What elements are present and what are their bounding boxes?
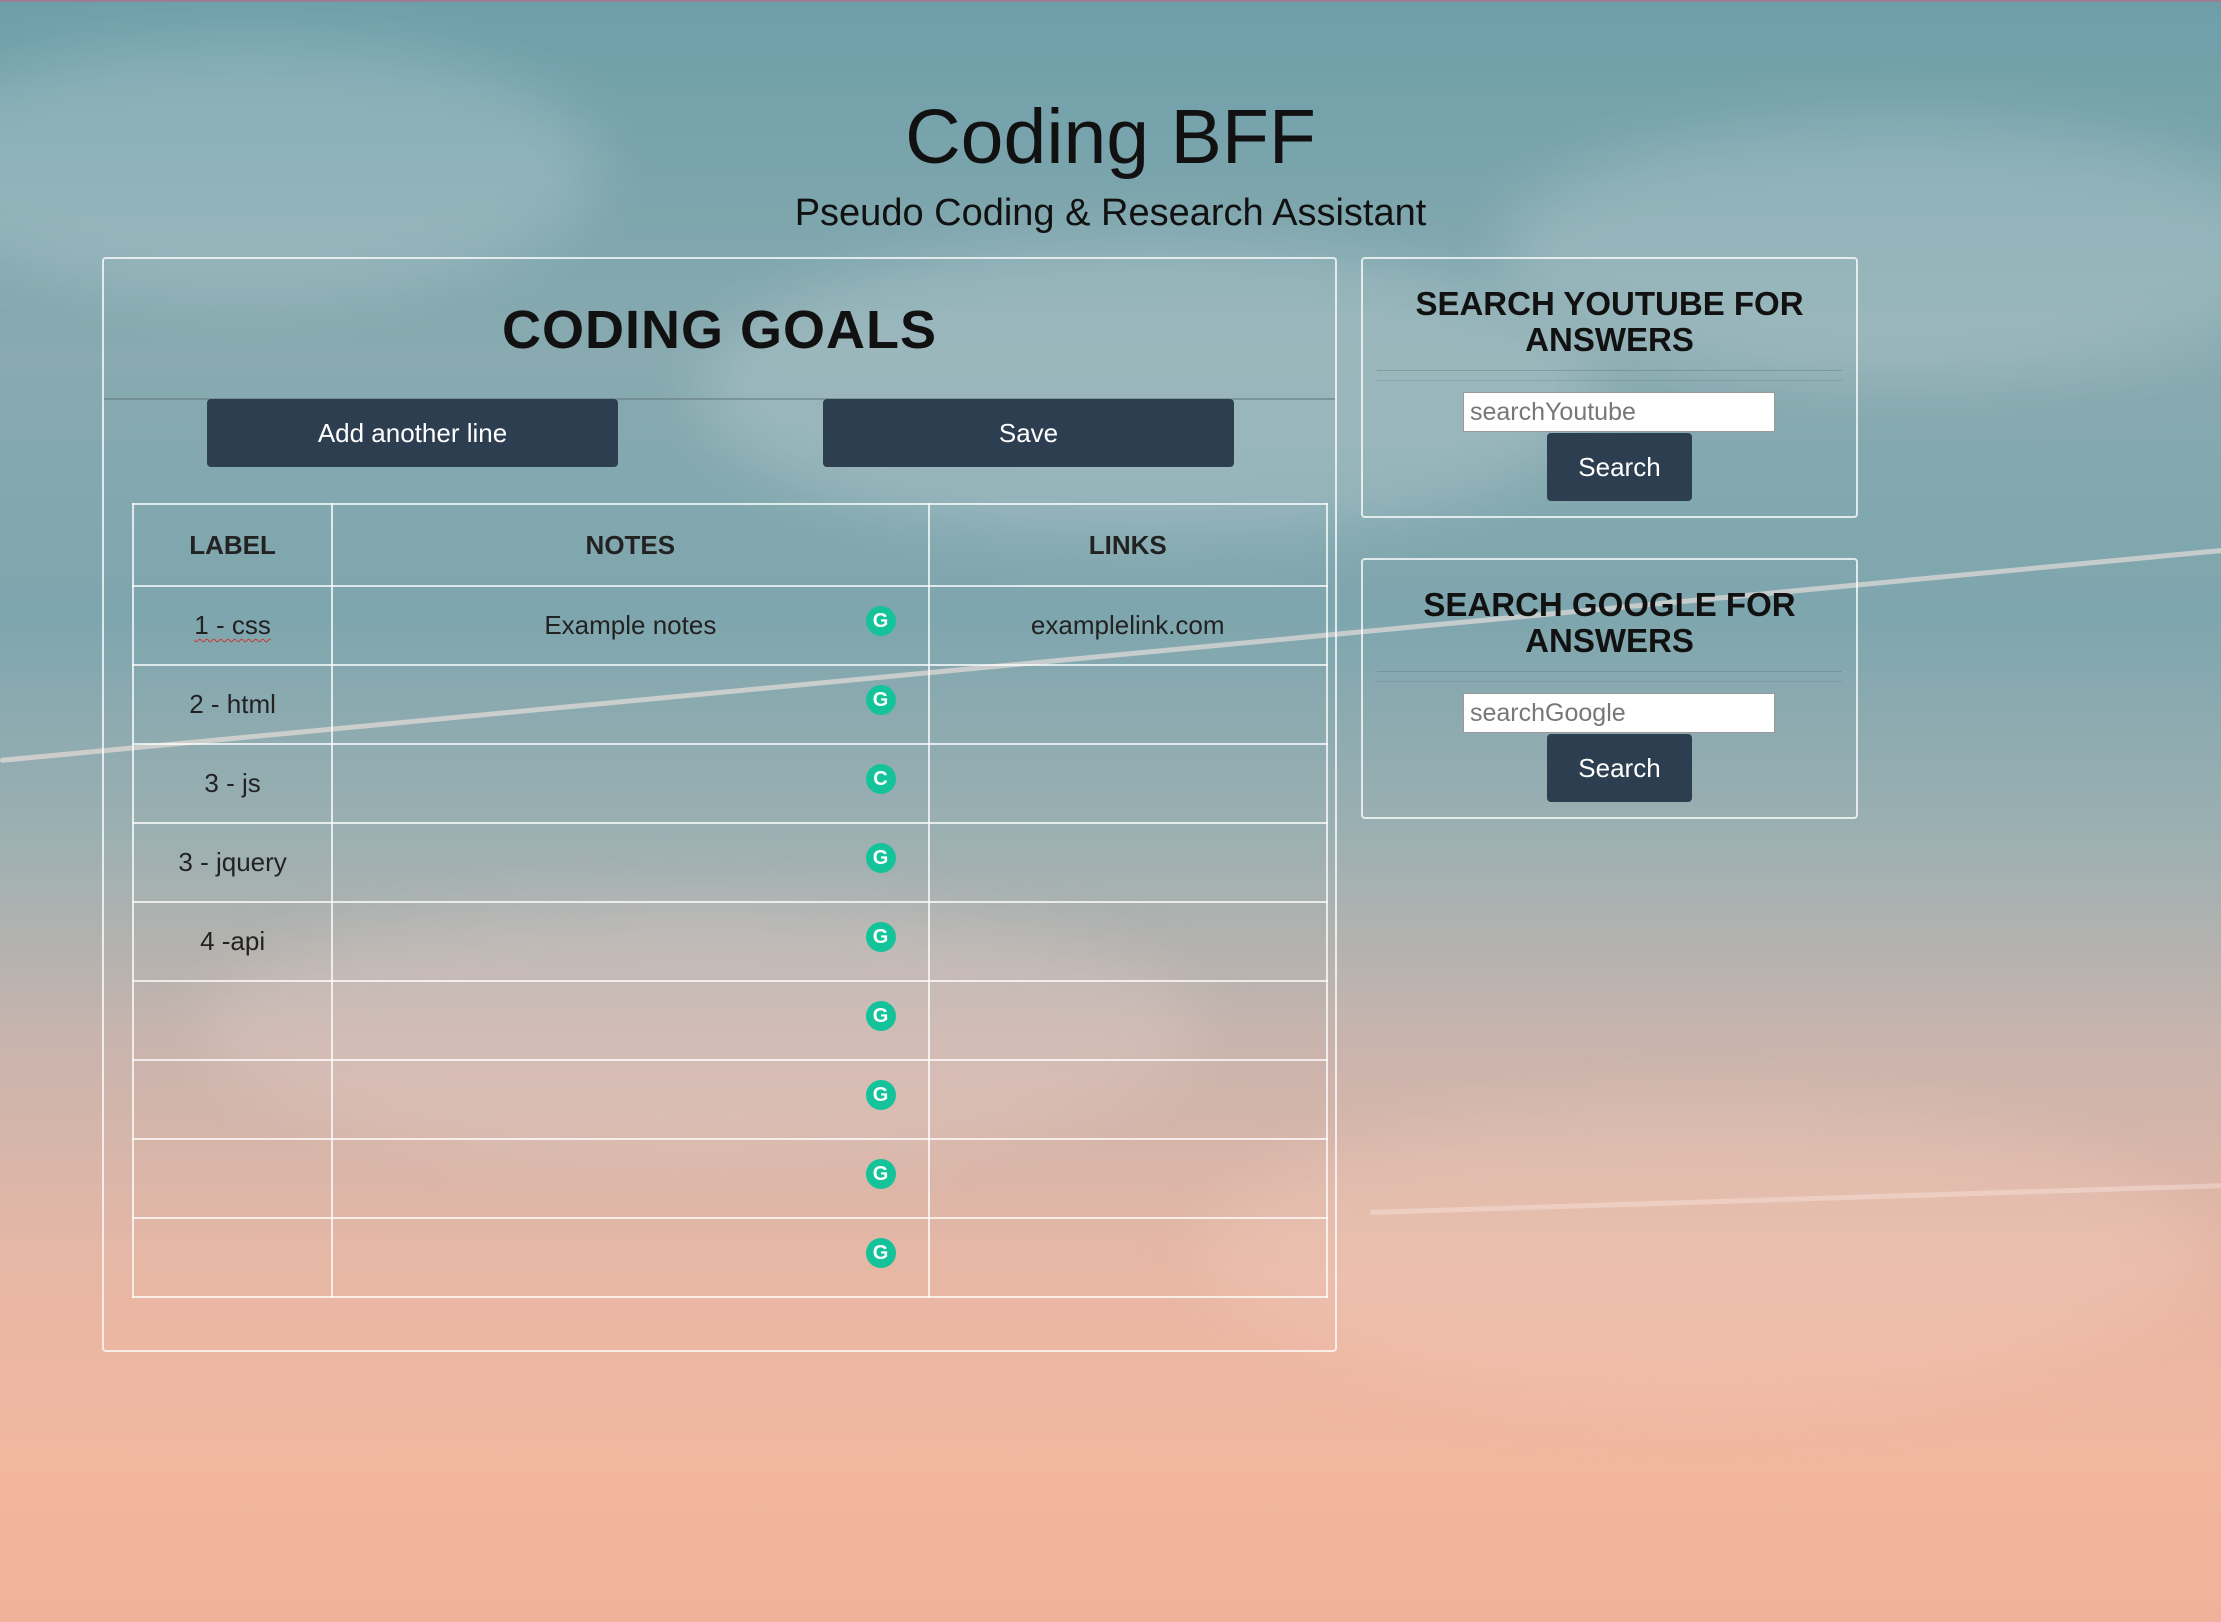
column-header-label: LABEL	[131, 503, 334, 587]
page-title: Coding BFF	[905, 94, 1316, 180]
divider	[1377, 370, 1842, 371]
top-border	[0, 0, 2221, 2]
label-cell[interactable]	[131, 1059, 334, 1140]
notes-cell[interactable]: G	[331, 980, 930, 1061]
notes-cell[interactable]: G	[331, 901, 930, 982]
label-cell[interactable]: 1 - css	[131, 585, 334, 666]
save-button[interactable]: Save	[823, 399, 1234, 467]
grammarly-icon[interactable]: G	[865, 842, 896, 873]
grammarly-icon[interactable]: G	[865, 1158, 896, 1189]
notes-cell[interactable]: G	[331, 1059, 930, 1140]
table-row: G	[131, 1059, 1328, 1140]
table-row: 3 - jquery G	[131, 822, 1328, 903]
table-row: 2 - html G	[131, 664, 1328, 745]
google-search-input[interactable]	[1463, 693, 1775, 733]
add-line-button[interactable]: Add another line	[207, 399, 618, 467]
google-search-button[interactable]: Search	[1547, 734, 1692, 802]
youtube-search-button[interactable]: Search	[1547, 433, 1692, 501]
label-cell[interactable]	[131, 1138, 334, 1219]
notes-cell[interactable]: C	[331, 743, 930, 824]
label-text: 4 -api	[200, 926, 266, 956]
youtube-search-panel: SEARCH YOUTUBE FOR ANSWERS Search	[1361, 257, 1858, 518]
table-row: G	[131, 980, 1328, 1061]
label-cell[interactable]: 3 - jquery	[131, 822, 334, 903]
notes-cell[interactable]: G	[331, 822, 930, 903]
label-cell[interactable]	[131, 980, 334, 1061]
label-cell[interactable]: 3 - js	[131, 743, 334, 824]
grammarly-icon[interactable]: G	[865, 1079, 896, 1110]
goals-table: LABEL NOTES LINKS 1 - css Example notes G…	[131, 503, 1328, 1298]
links-cell[interactable]	[927, 901, 1328, 982]
links-cell[interactable]	[927, 1138, 1328, 1219]
divider	[1377, 380, 1842, 381]
label-text: 1 - css	[194, 610, 271, 640]
links-cell[interactable]	[927, 980, 1328, 1061]
notes-cell[interactable]: G	[331, 1138, 930, 1219]
table-row: 1 - css Example notes G examplelink.com	[131, 585, 1328, 666]
label-text: 3 - jquery	[178, 847, 287, 877]
grammarly-icon[interactable]: G	[865, 1237, 896, 1268]
links-cell[interactable]: examplelink.com	[927, 585, 1328, 666]
google-search-title: SEARCH GOOGLE FOR ANSWERS	[1423, 586, 1796, 659]
grammarly-icon[interactable]: G	[865, 921, 896, 952]
page-subtitle: Pseudo Coding & Research Assistant	[794, 192, 1427, 234]
table-header-row: LABEL NOTES LINKS	[131, 503, 1328, 587]
column-header-notes: NOTES	[331, 503, 930, 587]
table-row: 4 -api G	[131, 901, 1328, 982]
grammarly-icon[interactable]: C	[865, 763, 896, 794]
notes-cell[interactable]: Example notes G	[331, 585, 930, 666]
youtube-search-input[interactable]	[1463, 392, 1775, 432]
coding-goals-panel: CODING GOALS Add another line Save LABEL…	[102, 257, 1337, 1352]
table-row: 3 - js C	[131, 743, 1328, 824]
links-text: examplelink.com	[1030, 610, 1225, 640]
divider	[1377, 671, 1842, 672]
youtube-search-title: SEARCH YOUTUBE FOR ANSWERS	[1415, 285, 1804, 358]
label-cell[interactable]: 2 - html	[131, 664, 334, 745]
label-cell[interactable]	[131, 1217, 334, 1298]
divider	[1377, 681, 1842, 682]
notes-cell[interactable]: G	[331, 664, 930, 745]
grammarly-icon[interactable]: G	[865, 605, 896, 636]
label-text: 2 - html	[189, 689, 276, 719]
table-row: G	[131, 1217, 1328, 1298]
label-text: 3 - js	[204, 768, 261, 798]
grammarly-icon[interactable]: G	[865, 684, 896, 715]
table-row: G	[131, 1138, 1328, 1219]
column-header-links: LINKS	[927, 503, 1328, 587]
coding-goals-title: CODING GOALS	[501, 300, 937, 360]
links-cell[interactable]	[927, 822, 1328, 903]
notes-text: Example notes	[544, 610, 717, 640]
links-cell[interactable]	[927, 1059, 1328, 1140]
grammarly-icon[interactable]: G	[865, 1000, 896, 1031]
google-search-panel: SEARCH GOOGLE FOR ANSWERS Search	[1361, 558, 1858, 819]
links-cell[interactable]	[927, 1217, 1328, 1298]
label-cell[interactable]: 4 -api	[131, 901, 334, 982]
links-cell[interactable]	[927, 743, 1328, 824]
notes-cell[interactable]: G	[331, 1217, 930, 1298]
links-cell[interactable]	[927, 664, 1328, 745]
